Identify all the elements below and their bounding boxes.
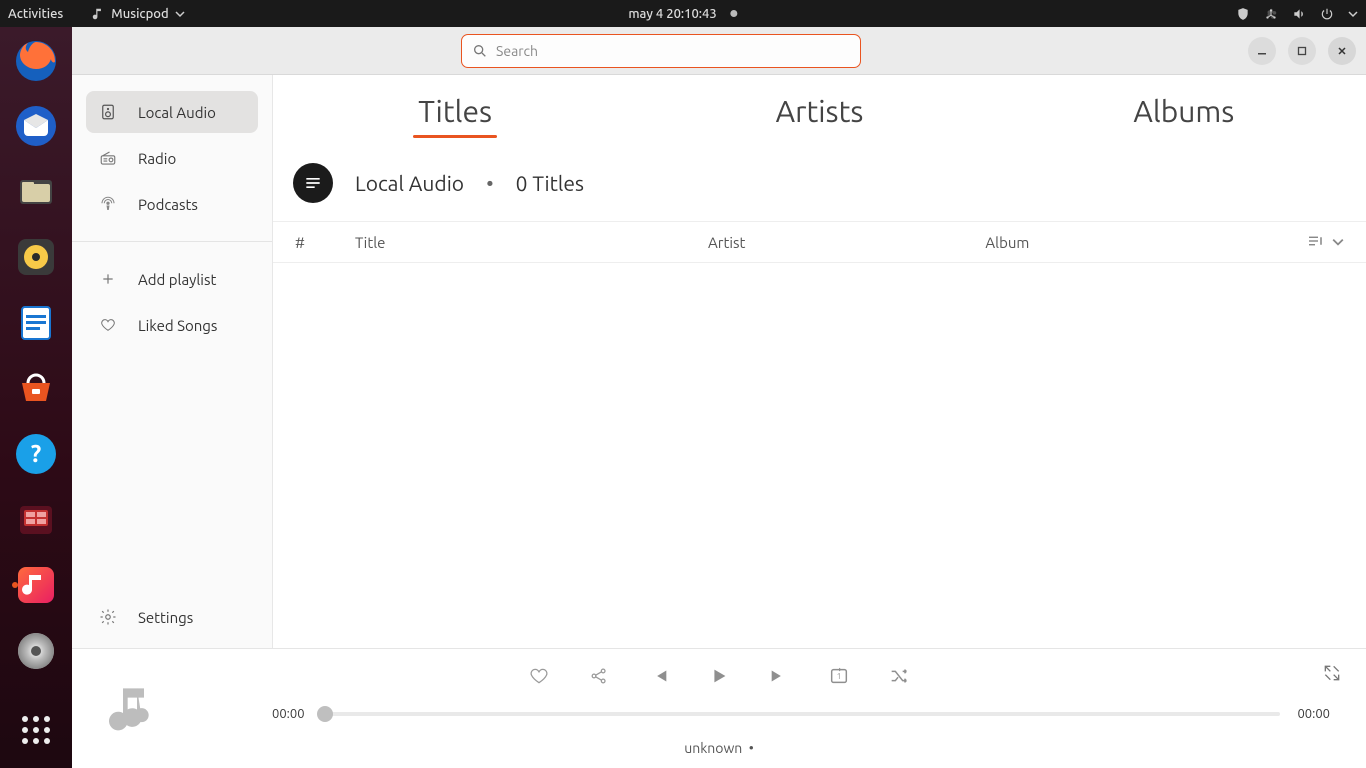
search-icon xyxy=(472,43,488,59)
sidebar-item-label: Settings xyxy=(138,609,193,626)
play-button[interactable] xyxy=(706,663,732,689)
dock-app-software[interactable] xyxy=(10,363,62,415)
queue-badge-icon xyxy=(293,163,333,203)
tab-bar: Titles Artists Albums xyxy=(273,75,1366,147)
tab-albums[interactable]: Albums xyxy=(1002,94,1366,128)
gnome-top-panel: Activities Musicpod may 4 20:10:43 xyxy=(0,0,1366,27)
sidebar-item-podcasts[interactable]: Podcasts xyxy=(86,183,258,225)
panel-clock[interactable]: may 4 20:10:43 xyxy=(628,7,716,21)
search-box[interactable] xyxy=(461,34,861,68)
speaker-icon xyxy=(98,103,118,121)
like-button[interactable] xyxy=(526,663,552,689)
player-bar: 1 00:00 00:00 unknown • xyxy=(72,648,1366,768)
sidebar-item-local-audio[interactable]: Local Audio xyxy=(86,91,258,133)
bullet-separator: • xyxy=(749,740,754,756)
tab-titles[interactable]: Titles xyxy=(273,94,637,128)
sidebar-item-label: Podcasts xyxy=(138,196,198,213)
dock-app-writer[interactable] xyxy=(10,297,62,349)
shield-icon[interactable] xyxy=(1236,7,1250,21)
power-icon[interactable] xyxy=(1320,7,1334,21)
chevron-down-icon[interactable] xyxy=(1332,234,1344,251)
progress-thumb[interactable] xyxy=(317,706,333,722)
svg-text:?: ? xyxy=(31,440,42,467)
tab-artists[interactable]: Artists xyxy=(637,94,1001,128)
notification-dot-icon xyxy=(731,10,738,17)
window-maximize-button[interactable] xyxy=(1288,37,1316,65)
next-button[interactable] xyxy=(766,663,792,689)
close-icon xyxy=(1337,46,1347,56)
minimize-icon xyxy=(1257,46,1267,56)
progress-slider[interactable] xyxy=(319,712,1280,716)
heart-icon xyxy=(98,317,118,333)
network-icon[interactable] xyxy=(1264,7,1278,21)
share-button[interactable] xyxy=(586,663,612,689)
podcast-icon xyxy=(98,195,118,213)
sidebar-item-label: Local Audio xyxy=(138,104,216,121)
sidebar-item-radio[interactable]: Radio xyxy=(86,137,258,179)
main-content: Titles Artists Albums Local Audio • 0 Ti… xyxy=(273,75,1366,648)
svg-text:1: 1 xyxy=(837,671,842,681)
dock-app-musicpod[interactable] xyxy=(10,559,62,611)
volume-icon[interactable] xyxy=(1292,7,1306,21)
plus-icon xyxy=(98,271,118,287)
dock-app-screenshot[interactable] xyxy=(10,494,62,546)
dock-app-thunderbird[interactable] xyxy=(10,101,62,153)
column-hash[interactable]: # xyxy=(295,234,355,251)
maximize-icon xyxy=(1297,46,1307,56)
musicpod-window: Local Audio Radio Podcasts Add playlis xyxy=(72,27,1366,768)
time-elapsed: 00:00 xyxy=(272,707,305,721)
headerbar xyxy=(72,27,1366,75)
time-total: 00:00 xyxy=(1297,707,1330,721)
window-close-button[interactable] xyxy=(1328,37,1356,65)
section-subtitle: 0 Titles xyxy=(516,171,584,195)
chevron-down-icon xyxy=(175,9,185,19)
sidebar-separator xyxy=(72,241,272,242)
window-minimize-button[interactable] xyxy=(1248,37,1276,65)
shuffle-button[interactable] xyxy=(886,663,912,689)
panel-app-name: Musicpod xyxy=(111,7,168,21)
dock-app-help[interactable]: ? xyxy=(10,428,62,480)
empty-track-list xyxy=(273,263,1366,648)
fullscreen-button[interactable] xyxy=(1322,663,1342,687)
panel-app-menu[interactable]: Musicpod xyxy=(91,7,184,21)
bullet-separator: • xyxy=(486,171,494,195)
now-playing-title: unknown xyxy=(684,740,742,756)
sidebar-add-playlist[interactable]: Add playlist xyxy=(86,258,258,300)
radio-icon xyxy=(98,149,118,167)
section-title: Local Audio xyxy=(355,171,464,195)
prev-button[interactable] xyxy=(646,663,672,689)
activities-button[interactable]: Activities xyxy=(8,7,63,21)
column-artist[interactable]: Artist xyxy=(708,234,985,251)
chevron-down-icon[interactable] xyxy=(1348,9,1358,19)
sidebar: Local Audio Radio Podcasts Add playlis xyxy=(72,75,273,648)
repeat-button[interactable]: 1 xyxy=(826,663,852,689)
gear-icon xyxy=(98,608,118,626)
dock-app-disks[interactable] xyxy=(10,625,62,677)
queue-icon[interactable] xyxy=(1306,232,1324,253)
table-header: # Title Artist Album xyxy=(273,221,1366,263)
sidebar-item-label: Liked Songs xyxy=(138,317,217,334)
dock-show-apps[interactable] xyxy=(10,704,62,756)
dock-app-rhythmbox[interactable] xyxy=(10,232,62,284)
now-playing: unknown • xyxy=(72,740,1366,756)
music-note-icon xyxy=(91,7,105,21)
dock-app-files[interactable] xyxy=(10,166,62,218)
sidebar-item-label: Add playlist xyxy=(138,271,216,288)
search-input[interactable] xyxy=(496,43,850,59)
sidebar-liked-songs[interactable]: Liked Songs xyxy=(86,304,258,346)
sidebar-settings[interactable]: Settings xyxy=(86,596,258,638)
ubuntu-dock: ? xyxy=(0,27,72,768)
dock-app-firefox[interactable] xyxy=(10,35,62,87)
section-header: Local Audio • 0 Titles xyxy=(273,147,1366,221)
column-title[interactable]: Title xyxy=(355,234,708,251)
sidebar-item-label: Radio xyxy=(138,150,176,167)
column-album[interactable]: Album xyxy=(985,234,1288,251)
